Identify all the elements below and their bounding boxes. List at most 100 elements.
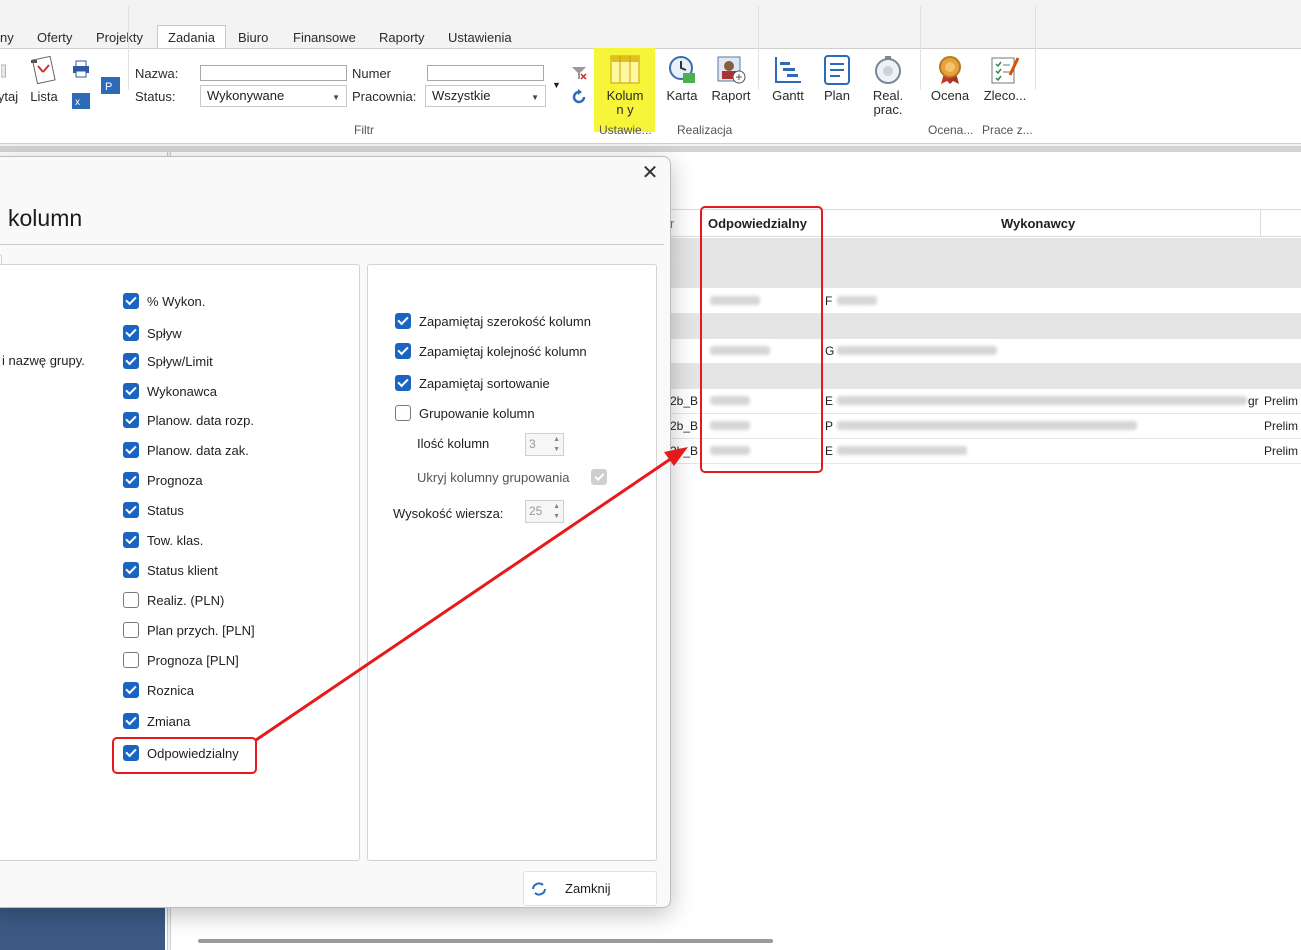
pracownia-label: Pracownia: [352,89,417,104]
close-icon[interactable]: ✕ [640,163,660,183]
columns-count-spinner[interactable]: 3 ▲ ▼ [525,433,564,456]
column-checkbox[interactable]: % Wykon. [123,291,205,311]
nazwa-label: Nazwa: [135,66,179,81]
lista-label: Lista [30,89,58,104]
column-checkbox[interactable]: Planow. data zak. [123,440,249,460]
spin-up-icon[interactable]: ▲ [553,503,560,510]
row-code: 2b_B [670,444,699,458]
row-letter: E [825,444,834,458]
status-select[interactable]: Wykonywane ▼ [200,85,347,107]
close-button[interactable]: Zamknij [523,871,657,906]
tab-raporty[interactable]: Raporty [379,29,425,49]
checkbox-checked [123,383,139,399]
grouping-checkbox[interactable]: Grupowanie kolumn [395,403,535,423]
column-checkbox[interactable]: Prognoza [PLN] [123,650,239,670]
column-checkbox[interactable]: Status klient [123,560,218,580]
column-checkbox[interactable]: Prognoza [123,470,203,490]
nazwa-input[interactable] [200,65,347,81]
row-prelim: Prelim [1264,419,1299,433]
horizontal-scrollbar[interactable] [198,939,773,943]
ribbon-button-partial-label: ytaj [0,89,19,104]
karta-button[interactable]: Karta [662,55,702,103]
checkbox-checked [123,412,139,428]
dropdown-arrow-icon[interactable]: ▼ [552,80,561,90]
checkbox-checked [123,682,139,698]
kolumny-label: Kolumn y [606,88,644,117]
ocena-label: Ocena [930,88,970,103]
lista-button[interactable]: Lista [26,56,62,104]
column-checkbox[interactable]: Tow. klas. [123,530,203,550]
plan-document-icon [824,55,850,85]
column-checkbox-label: Zmiana [147,713,191,729]
printer-icon[interactable] [72,60,90,78]
row-letter: E [825,394,834,408]
column-checkbox[interactable]: Status [123,500,184,520]
ribbon-button-partial[interactable]: ytaj [0,56,20,104]
spin-down-icon[interactable]: ▼ [553,446,560,453]
remember-sort-checkbox[interactable]: Zapamiętaj sortowanie [395,373,550,393]
row-height-spinner[interactable]: 25 ▲ ▼ [525,500,564,523]
column-checkbox[interactable]: Realiz. (PLN) [123,590,224,610]
column-checkbox[interactable]: Spływ/Limit [123,351,213,371]
row-prelim: Prelim [1264,394,1299,408]
column-checkbox[interactable]: Spływ [123,323,182,343]
highlight-odpowiedzialny-checkbox [112,737,257,774]
separator [920,6,921,90]
remember-width-checkbox[interactable]: Zapamiętaj szerokość kolumn [395,311,591,331]
separator [1035,6,1036,90]
zlecenia-button[interactable]: Zleco... [983,55,1027,103]
gantt-button[interactable]: Gantt [768,55,808,103]
column-checkbox[interactable]: Zmiana [123,711,190,731]
plan-button[interactable]: Plan [817,55,857,103]
hide-grouping-checkbox[interactable] [591,469,607,485]
checkbox-checked [123,562,139,578]
tab-finansowe[interactable]: Finansowe [293,29,356,49]
refresh-icon[interactable] [571,89,587,105]
tab-projekty[interactable]: Projekty [96,29,143,49]
real-prac-button[interactable]: Real. prac. [866,55,910,117]
list-icon [31,56,56,85]
tab-partial[interactable]: ny [0,29,14,49]
tab-oferty[interactable]: Oferty [37,29,72,49]
checkbox-unchecked [395,405,411,421]
column-checkbox-label: Planow. data zak. [147,442,249,458]
columns-icon [610,55,640,84]
tab-zadania[interactable]: Zadania [157,25,226,49]
row-letter: G [825,344,835,358]
column-checkbox[interactable]: Roznica [123,680,194,700]
pracownia-value: Wszystkie [432,88,491,103]
remember-order-checkbox[interactable]: Zapamiętaj kolejność kolumn [395,341,587,361]
pracownia-select[interactable]: Wszystkie ▼ [425,85,546,107]
gantt-chart-icon [775,57,801,83]
spin-up-icon[interactable]: ▲ [553,436,560,443]
excel-export-icon[interactable]: x [72,93,90,109]
header-wykonawcy[interactable]: Wykonawcy [1001,216,1075,231]
column-checkbox[interactable]: Wykonawca [123,381,217,401]
plan-label: Plan [823,88,851,103]
spin-down-icon[interactable]: ▼ [553,513,560,520]
column-checkbox[interactable]: Planow. data rozp. [123,410,254,430]
gantt-label: Gantt [772,88,804,103]
ocena-button[interactable]: Ocena [928,55,972,103]
ocena-group-label: Ocena... [928,123,974,137]
hide-grouping-label: Ukryj kolumny grupowania [417,470,570,485]
blurred-text [837,396,1247,405]
blurred-text [837,346,997,355]
row-letter: F [825,294,833,308]
column-checkbox[interactable]: Plan przych. [PLN] [123,620,255,640]
clear-filter-icon[interactable] [571,66,587,80]
tab-biuro[interactable]: Biuro [238,29,268,49]
realizacja-group-label: Realizacja [677,123,733,137]
document-icon [1,64,6,78]
tab-ustawienia[interactable]: Ustawienia [448,29,512,49]
kolumny-button[interactable]: Kolumn y [598,55,652,117]
chevron-down-icon: ▼ [531,93,539,102]
remember-sort-label: Zapamiętaj sortowanie [419,375,550,391]
checkbox-checked [395,375,411,391]
svg-text:x: x [75,97,80,108]
clock-card-icon [669,56,695,83]
checkbox-checked [123,532,139,548]
project-export-icon[interactable]: P [101,77,120,94]
numer-input[interactable] [427,65,544,81]
raport-button[interactable]: Raport [709,55,753,103]
